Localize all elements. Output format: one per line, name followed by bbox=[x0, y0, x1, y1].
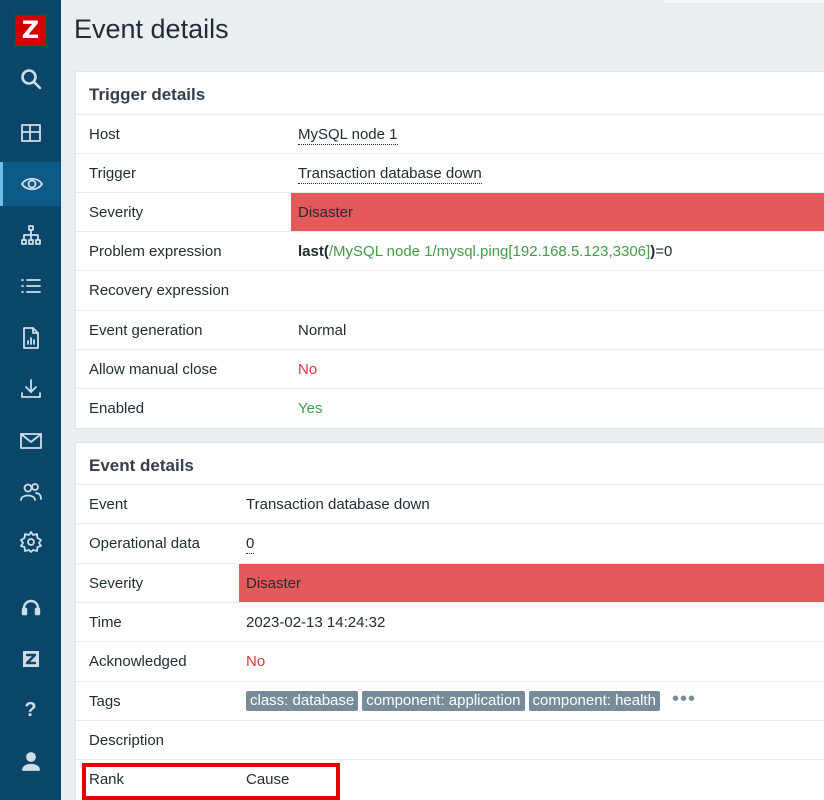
recovery-expression-row: Recovery expression bbox=[76, 270, 824, 309]
enabled-label: Enabled bbox=[89, 400, 145, 417]
users-icon[interactable] bbox=[0, 470, 61, 514]
time-value: 2023-02-13 14:24:32 bbox=[246, 614, 386, 631]
event-label: Event bbox=[89, 496, 128, 513]
event-name-row: Event Transaction database down bbox=[76, 484, 824, 523]
tags-row: Tags class: database component: applicati… bbox=[76, 681, 824, 720]
problem-expression-row: Problem expression last(/MySQL node 1/my… bbox=[76, 231, 824, 270]
zabbix-logo[interactable]: Z bbox=[15, 15, 46, 46]
enabled-value: Yes bbox=[298, 400, 323, 417]
event-severity-row: Severity Disaster bbox=[76, 563, 824, 603]
tags-list: class: database component: application com… bbox=[246, 689, 696, 711]
problem-expression-label: Problem expression bbox=[89, 243, 222, 260]
administration-gear-icon[interactable] bbox=[0, 520, 61, 564]
problem-expression: last(/MySQL node 1/mysql.ping[192.168.5.… bbox=[298, 243, 672, 260]
inventory-list-icon[interactable] bbox=[0, 264, 61, 308]
tag-chip[interactable]: component: application bbox=[362, 691, 525, 711]
event-details-card: Event details Event Transaction database… bbox=[75, 442, 824, 800]
manual-close-label: Allow manual close bbox=[89, 361, 218, 378]
severity-value: Disaster bbox=[298, 204, 354, 221]
host-link[interactable]: MySQL node 1 bbox=[298, 126, 398, 145]
description-row: Description bbox=[76, 720, 824, 759]
alerts-mail-icon[interactable] bbox=[0, 419, 61, 463]
event-generation-row: Event generation Normal bbox=[76, 310, 824, 349]
operational-data-row: Operational data 0 bbox=[76, 523, 824, 562]
services-tree-icon[interactable] bbox=[0, 213, 61, 257]
manual-close-row: Allow manual close No bbox=[76, 349, 824, 388]
expr-item-link[interactable]: /MySQL node 1/mysql.ping[192.168.5.123,3… bbox=[329, 243, 650, 260]
severity-label: Severity bbox=[89, 204, 144, 221]
enabled-row: Enabled Yes bbox=[76, 388, 824, 427]
tags-label: Tags bbox=[89, 693, 121, 710]
sidebar: Z ? bbox=[0, 0, 61, 800]
help-icon[interactable]: ? bbox=[0, 688, 61, 732]
tag-chip[interactable]: class: database bbox=[246, 691, 359, 711]
manual-close-value: No bbox=[298, 361, 318, 378]
trigger-details-card: Trigger details Host MySQL node 1 Trigge… bbox=[75, 71, 824, 429]
dashboard-icon[interactable] bbox=[0, 111, 61, 155]
time-label: Time bbox=[89, 614, 122, 631]
page-title: Event details bbox=[74, 14, 229, 44]
event-value: Transaction database down bbox=[246, 496, 430, 513]
severity-badge: Disaster bbox=[291, 193, 824, 232]
search-icon[interactable] bbox=[0, 57, 61, 101]
expr-operator: =0 bbox=[655, 243, 673, 260]
operational-data-label: Operational data bbox=[89, 535, 200, 552]
event-details-title: Event details bbox=[89, 456, 194, 475]
host-label: Host bbox=[89, 126, 120, 143]
header-strip bbox=[664, 0, 824, 3]
more-tags-icon[interactable]: ••• bbox=[672, 689, 696, 709]
trigger-label: Trigger bbox=[89, 165, 136, 182]
data-collection-download-icon[interactable] bbox=[0, 367, 61, 411]
acknowledged-row: Acknowledged No bbox=[76, 641, 824, 680]
reports-icon[interactable] bbox=[0, 316, 61, 360]
event-generation-value: Normal bbox=[298, 322, 347, 339]
description-label: Description bbox=[89, 732, 165, 749]
help-label: ? bbox=[24, 698, 37, 721]
time-row: Time 2023-02-13 14:24:32 bbox=[76, 602, 824, 641]
event-generation-label: Event generation bbox=[89, 322, 203, 339]
user-settings-icon[interactable] bbox=[0, 739, 61, 783]
trigger-host-row: Host MySQL node 1 bbox=[76, 114, 824, 153]
trigger-details-title: Trigger details bbox=[89, 85, 206, 104]
trigger-severity-row: Severity Disaster bbox=[76, 192, 824, 232]
trigger-link[interactable]: Transaction database down bbox=[298, 165, 482, 184]
operational-data-value[interactable]: 0 bbox=[246, 535, 255, 554]
acknowledged-label: Acknowledged bbox=[89, 653, 187, 670]
monitoring-eye-icon[interactable] bbox=[0, 162, 61, 206]
event-severity-label: Severity bbox=[89, 575, 144, 592]
event-severity-badge: Disaster bbox=[239, 564, 824, 603]
event-severity-value: Disaster bbox=[246, 575, 302, 592]
expr-function: last bbox=[298, 243, 324, 260]
zabbix-share-icon[interactable] bbox=[0, 637, 61, 681]
acknowledged-value[interactable]: No bbox=[246, 653, 265, 670]
page-header: Event details bbox=[61, 0, 824, 58]
support-headset-icon[interactable] bbox=[0, 586, 61, 630]
rank-highlight-box bbox=[82, 763, 340, 800]
recovery-expression-label: Recovery expression bbox=[89, 282, 230, 299]
tag-chip[interactable]: component: health bbox=[528, 691, 660, 711]
trigger-name-row: Trigger Transaction database down bbox=[76, 153, 824, 192]
